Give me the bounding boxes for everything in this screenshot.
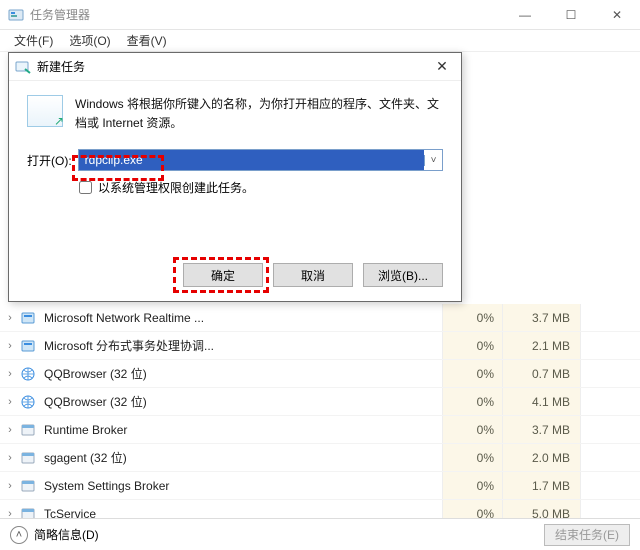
cpu-cell: 0% xyxy=(442,500,502,518)
expand-icon[interactable]: › xyxy=(0,396,20,408)
end-task-button[interactable]: 结束任务(E) xyxy=(544,524,630,546)
cpu-cell: 0% xyxy=(442,304,502,331)
close-button[interactable]: ✕ xyxy=(594,0,640,30)
process-icon xyxy=(20,478,36,494)
expand-icon[interactable]: › xyxy=(0,368,20,380)
menu-options[interactable]: 选项(O) xyxy=(61,30,118,51)
mem-cell: 2.0 MB xyxy=(502,444,580,471)
detail-toggle-label: 简略信息(D) xyxy=(34,526,99,543)
cancel-button[interactable]: 取消 xyxy=(273,263,353,287)
browse-button[interactable]: 浏览(B)... xyxy=(363,263,443,287)
cpu-cell: 0% xyxy=(442,360,502,387)
dialog-close-button[interactable]: ✕ xyxy=(429,58,455,75)
title-bar: 任务管理器 — ☐ ✕ xyxy=(0,0,640,30)
tail-cell xyxy=(580,332,640,359)
process-icon xyxy=(20,366,36,382)
menu-view[interactable]: 查看(V) xyxy=(119,30,175,51)
dialog-message: Windows 将根据你所键入的名称，为你打开相应的程序、文件夹、文档或 Int… xyxy=(75,95,443,133)
dialog-title-bar: 新建任务 ✕ xyxy=(9,53,461,81)
table-row[interactable]: › QQBrowser (32 位)0%0.7 MB xyxy=(0,360,640,388)
process-name: TcService xyxy=(42,507,442,519)
minimize-button[interactable]: — xyxy=(502,0,548,30)
process-name: Microsoft 分布式事务处理协调... xyxy=(42,337,442,354)
process-name: Microsoft Network Realtime ... xyxy=(42,311,442,325)
ok-button[interactable]: 确定 xyxy=(183,263,263,287)
tail-cell xyxy=(580,416,640,443)
mem-cell: 0.7 MB xyxy=(502,360,580,387)
chevron-down-icon[interactable]: ˅ xyxy=(424,155,442,166)
expand-icon[interactable]: › xyxy=(0,452,20,464)
mem-cell: 3.7 MB xyxy=(502,416,580,443)
admin-checkbox-label: 以系统管理权限创建此任务。 xyxy=(98,179,254,196)
tail-cell xyxy=(580,360,640,387)
admin-checkbox[interactable] xyxy=(79,181,92,194)
maximize-button[interactable]: ☐ xyxy=(548,0,594,30)
window-title: 任务管理器 xyxy=(30,6,502,23)
open-label: 打开(O): xyxy=(27,152,72,169)
process-icon xyxy=(20,338,36,354)
table-row[interactable]: › sgagent (32 位)0%2.0 MB xyxy=(0,444,640,472)
table-row[interactable]: › Microsoft Network Realtime ...0%3.7 MB xyxy=(0,304,640,332)
process-name: QQBrowser (32 位) xyxy=(42,393,442,410)
process-name: sgagent (32 位) xyxy=(42,449,442,466)
table-row[interactable]: › TcService0%5.0 MB xyxy=(0,500,640,518)
table-row[interactable]: › Runtime Broker0%3.7 MB xyxy=(0,416,640,444)
new-task-dialog: 新建任务 ✕ Windows 将根据你所键入的名称，为你打开相应的程序、文件夹、… xyxy=(8,52,462,302)
status-bar: ˄ 简略信息(D) 结束任务(E) xyxy=(0,518,640,550)
app-icon xyxy=(8,7,24,23)
expand-icon[interactable]: › xyxy=(0,340,20,352)
run-icon xyxy=(15,59,31,75)
process-icon xyxy=(20,450,36,466)
expand-icon[interactable]: › xyxy=(0,424,20,436)
table-row[interactable]: › QQBrowser (32 位)0%4.1 MB xyxy=(0,388,640,416)
menu-file[interactable]: 文件(F) xyxy=(6,30,61,51)
process-icon xyxy=(20,310,36,326)
expand-icon[interactable]: › xyxy=(0,508,20,519)
run-dialog-icon xyxy=(27,95,63,127)
mem-cell: 5.0 MB xyxy=(502,500,580,518)
cpu-cell: 0% xyxy=(442,332,502,359)
process-name: Runtime Broker xyxy=(42,423,442,437)
cpu-cell: 0% xyxy=(442,444,502,471)
process-name: QQBrowser (32 位) xyxy=(42,365,442,382)
detail-toggle[interactable]: ˄ 简略信息(D) xyxy=(10,526,544,544)
menu-bar: 文件(F) 选项(O) 查看(V) xyxy=(0,30,640,52)
tail-cell xyxy=(580,388,640,415)
chevron-up-icon: ˄ xyxy=(10,526,28,544)
expand-icon[interactable]: › xyxy=(0,312,20,324)
table-row[interactable]: › System Settings Broker0%1.7 MB xyxy=(0,472,640,500)
tail-cell xyxy=(580,444,640,471)
process-name: System Settings Broker xyxy=(42,479,442,493)
dialog-title: 新建任务 xyxy=(37,58,429,75)
expand-icon[interactable]: › xyxy=(0,480,20,492)
table-row[interactable]: › Microsoft 分布式事务处理协调...0%2.1 MB xyxy=(0,332,640,360)
cpu-cell: 0% xyxy=(442,416,502,443)
open-combo: ˅ xyxy=(78,149,443,171)
tail-cell xyxy=(580,500,640,518)
mem-cell: 2.1 MB xyxy=(502,332,580,359)
mem-cell: 1.7 MB xyxy=(502,472,580,499)
process-icon xyxy=(20,394,36,410)
process-icon xyxy=(20,422,36,438)
mem-cell: 4.1 MB xyxy=(502,388,580,415)
mem-cell: 3.7 MB xyxy=(502,304,580,331)
cpu-cell: 0% xyxy=(442,472,502,499)
tail-cell xyxy=(580,304,640,331)
open-input[interactable] xyxy=(79,150,424,170)
tail-cell xyxy=(580,472,640,499)
cpu-cell: 0% xyxy=(442,388,502,415)
process-icon xyxy=(20,506,36,519)
